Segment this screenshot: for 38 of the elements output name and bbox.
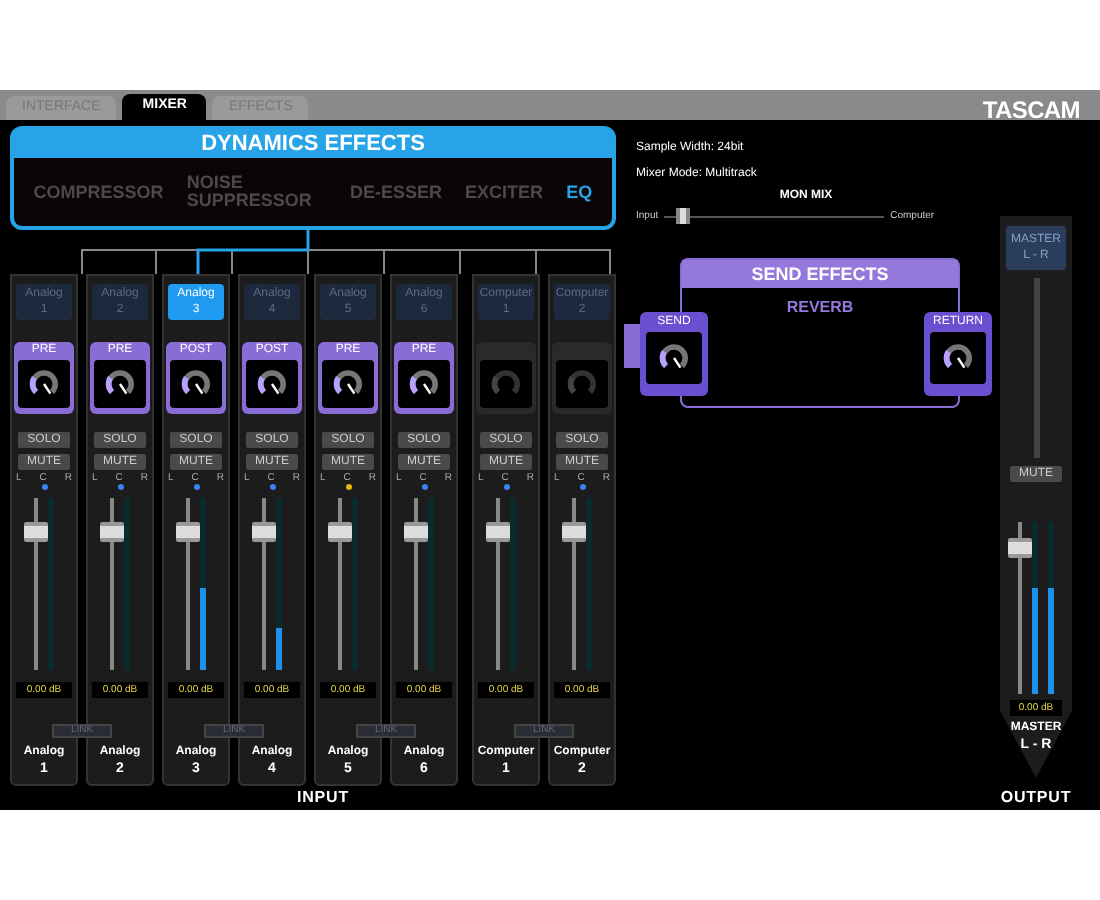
pan-indicator[interactable] [345, 484, 351, 490]
slider-thumb[interactable] [675, 208, 690, 225]
knob-icon[interactable] [942, 341, 974, 373]
section-label: INPUT [297, 788, 349, 806]
panel-title: SEND EFFECTS [682, 259, 958, 287]
effect-tab[interactable]: COMPRESSOR [33, 183, 164, 201]
knob-icon[interactable] [658, 341, 690, 373]
knob-icon[interactable] [28, 368, 60, 400]
effect-tab[interactable]: DE-ESSER [349, 183, 442, 201]
fader-thumb[interactable] [24, 522, 48, 543]
knob-icon[interactable] [180, 368, 212, 400]
effect-tab[interactable]: NOISE SUPPRESSOR [186, 174, 327, 210]
panel-title: DYNAMICS EFFECTS [14, 130, 612, 158]
section-label: OUTPUT [1000, 786, 1072, 810]
fader-thumb[interactable] [562, 522, 586, 543]
fader-thumb[interactable] [176, 522, 200, 543]
effect-tab[interactable]: EQ [566, 183, 593, 201]
knob-icon[interactable] [332, 368, 364, 400]
knob-icon[interactable] [408, 368, 440, 400]
pan-indicator[interactable] [503, 484, 509, 490]
bus-connector [624, 323, 640, 367]
fader-thumb[interactable] [404, 522, 428, 543]
pan-indicator[interactable] [579, 484, 585, 490]
effect-name: REVERB [784, 295, 856, 319]
pan-indicator[interactable] [41, 484, 47, 490]
fader-thumb[interactable] [486, 522, 510, 543]
fader-thumb[interactable] [100, 522, 124, 543]
pan-indicator[interactable] [193, 484, 199, 490]
pan-indicator[interactable] [269, 484, 275, 490]
fader-thumb[interactable] [328, 522, 352, 543]
brand-logo: TASCAM [982, 94, 1080, 128]
fader-thumb[interactable] [252, 522, 276, 543]
fader-thumb[interactable] [1008, 537, 1032, 558]
pan-indicator[interactable] [421, 484, 427, 490]
knob-icon[interactable] [104, 368, 136, 400]
effect-tab[interactable]: EXCITER [465, 183, 544, 201]
knob-icon[interactable] [256, 368, 288, 400]
pan-indicator[interactable] [117, 484, 123, 490]
